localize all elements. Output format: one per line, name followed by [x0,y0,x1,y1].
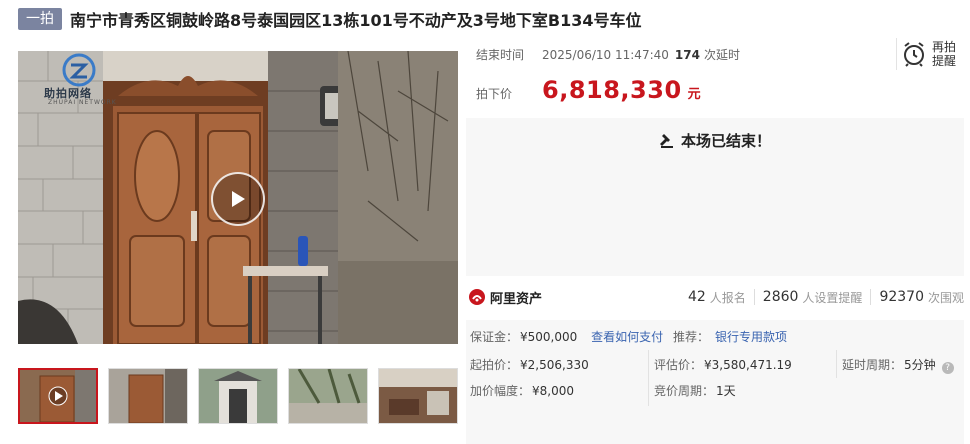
thumbnail-strip [18,368,458,424]
end-time-value: 2025/06/10 11:47:40 [542,47,669,62]
watermark-logo-icon [62,53,96,87]
platform-logo[interactable]: 阿里资产 [468,288,542,307]
delay-period-label: 延时周期： [842,358,903,372]
thumbnail-image [379,369,457,423]
reminder-count: 2860 [762,289,799,305]
thumbnail-image [20,370,96,422]
thumbnail-3[interactable] [198,368,278,424]
ali-assets-icon [469,289,485,305]
auction-info: 结束时间 2025/06/10 11:47:40 174 次延时 拍下价 6,8… [466,36,958,105]
signup-label: 人报名 [709,290,746,305]
platform-name: 阿里资产 [490,291,543,307]
remind-button[interactable]: 再拍提醒 [902,36,964,72]
increment-label: 加价幅度： [470,384,531,398]
auction-details: 保证金： ¥500,000 查看如何支付 推荐： 银行专用款项 起拍价： ¥2,506… [466,320,964,444]
thumbnail-2[interactable] [108,368,188,424]
final-price-row: 拍下价 6,818,330 元 [476,76,701,104]
how-to-pay-link[interactable]: 查看如何支付 [591,330,663,344]
stats-row: 阿里资产 42 人报名 2860 人设置提醒 92370 次围观 [466,280,964,314]
title-row: 一拍 南宁市青秀区铜鼓岭路8号泰国园区13栋101号不动产及3号地下室B134号… [18,6,958,32]
end-time-label: 结束时间 [476,48,525,62]
delay-period-value: 5分钟 [904,358,936,372]
remind-label: 再拍提醒 [932,40,957,68]
bid-period-row: 竞价周期： 1天 [654,382,736,399]
alarm-clock-icon [904,42,924,67]
main-image-video[interactable]: 助拍网络 ZHUPAI NETWORK [18,51,458,344]
watermark-logo: 助拍网络 ZHUPAI NETWORK [38,53,118,106]
column-divider [648,350,649,406]
final-price-value: 6,818,330 [542,76,682,104]
delay-count-suffix: 次延时 [703,48,740,62]
bid-period-value: 1天 [716,384,736,398]
remind-divider [896,38,897,70]
column-divider [836,350,837,378]
start-price-row: 起拍价： ¥2,506,330 [470,356,589,373]
page-title: 南宁市青秀区铜鼓岭路8号泰国园区13栋101号不动产及3号地下室B134号车位 [70,11,642,30]
deposit-value: ¥500,000 [520,330,578,344]
recommend-link[interactable]: 银行专用款项 [715,330,787,344]
increment-row: 加价幅度： ¥8,000 [470,382,574,399]
play-icon [232,191,245,207]
delay-count: 174 [674,47,700,62]
final-price-unit: 元 [687,87,701,102]
help-icon[interactable]: ? [941,362,954,374]
start-price-label: 起拍价： [470,358,519,372]
final-price-label: 拍下价 [476,87,513,101]
start-price-value: ¥2,506,330 [520,358,589,372]
signup-count: 42 [687,289,706,305]
thumbnail-1[interactable] [18,368,98,424]
view-label: 次围观 [927,290,964,305]
auction-stats: 42 人报名 2860 人设置提醒 92370 次围观 [688,289,964,306]
eval-price-row: 评估价： ¥3,580,471.19 [654,356,792,373]
eval-price-value: ¥3,580,471.19 [704,358,792,372]
recommend-label: 推荐： [672,330,709,344]
watermark-subtext: ZHUPAI NETWORK [48,99,117,106]
eval-price-label: 评估价： [654,358,703,372]
stat-divider [753,289,755,305]
auction-ended-message: 本场已结束！ [466,130,964,151]
increment-value: ¥8,000 [532,384,575,398]
bid-period-label: 竞价周期： [654,384,715,398]
play-video-button[interactable] [211,172,265,226]
delay-period-row: 延时周期： 5分钟? [842,356,954,374]
auction-type-tag: 一拍 [18,8,62,30]
thumbnail-4[interactable] [288,368,368,424]
thumbnail-image [289,369,367,423]
end-time-row: 结束时间 2025/06/10 11:47:40 174 次延时 [476,46,740,63]
stat-divider [870,289,872,305]
deposit-label: 保证金： [470,330,519,344]
auction-ended-text: 本场已结束！ [680,132,771,150]
deposit-row: 保证金： ¥500,000 查看如何支付 推荐： 银行专用款项 [470,328,787,345]
view-count: 92370 [879,289,924,305]
thumbnail-image [199,369,277,423]
gavel-icon [659,134,673,148]
thumbnail-image [109,369,187,423]
reminder-label: 人设置提醒 [802,290,863,305]
thumbnail-5[interactable] [378,368,458,424]
auction-ended-panel: 本场已结束！ [466,118,964,276]
